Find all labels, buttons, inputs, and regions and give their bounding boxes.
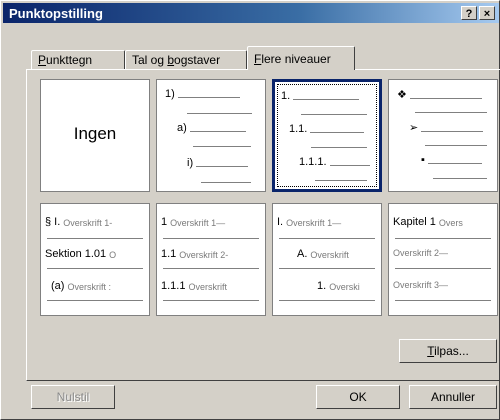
close-button[interactable]: × xyxy=(479,6,495,20)
gallery-option-none[interactable]: Ingen xyxy=(40,79,150,192)
tab-bullets[interactable]: Punkttegn xyxy=(31,50,125,70)
none-label: Ingen xyxy=(73,124,117,143)
cancel-button[interactable]: Annuller xyxy=(409,385,497,409)
diamond-bullet-icon: ❖ xyxy=(397,89,407,101)
title-bar[interactable]: Punktopstilling ? × xyxy=(3,3,499,23)
gallery-option-symbol-bullets[interactable]: ❖ ➢ ▪ xyxy=(388,79,498,192)
ok-button[interactable]: OK xyxy=(316,385,400,409)
help-button[interactable]: ? xyxy=(461,6,477,20)
gallery-option-roman-headings[interactable]: I. Overskrift 1— A. Overskrift 1. Overski xyxy=(272,203,382,316)
gallery-option-legal-numbers[interactable]: 1. 1.1. 1.1.1. xyxy=(272,79,382,192)
outline-gallery: Ingen 1) a) i) 1. 1.1. 1.1.1. ❖ ➢ ▪ § I.… xyxy=(40,79,500,319)
gallery-option-numbered-headings[interactable]: 1 Overskrift 1— 1.1 Overskrift 2- 1.1.1 Ove… xyxy=(156,203,266,316)
gallery-option-chapter-headings[interactable]: Kapitel 1 Overs Overskrift 2— Overskrift … xyxy=(388,203,498,316)
gallery-option-paren-numbers[interactable]: 1) a) i) xyxy=(156,79,266,192)
reset-button[interactable]: Nulstil xyxy=(31,385,115,409)
bullets-numbering-dialog: Punktopstilling ? × Punkttegn Tal og bog… xyxy=(0,0,500,420)
dialog-title: Punktopstilling xyxy=(9,6,103,21)
arrow-bullet-icon: ➢ xyxy=(409,122,419,134)
gallery-option-section-headings[interactable]: § I. Overskrift 1- Sektion 1.01 O (a) Overs… xyxy=(40,203,150,316)
square-bullet-icon: ▪ xyxy=(421,154,425,166)
customize-button[interactable]: Tilpas... xyxy=(399,339,497,363)
tab-outline-numbered[interactable]: Flere niveauer xyxy=(247,46,355,70)
tab-numbered[interactable]: Tal og bogstaver xyxy=(125,50,247,70)
